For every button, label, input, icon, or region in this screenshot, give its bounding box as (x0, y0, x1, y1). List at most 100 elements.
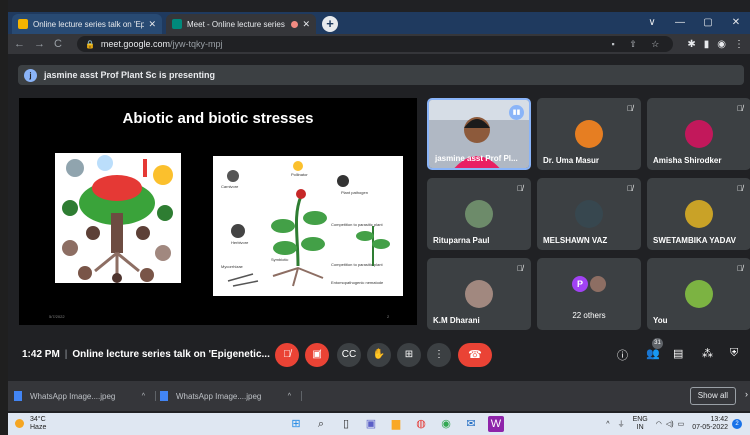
reload-icon[interactable]: C (54, 38, 62, 50)
left-edge-strip (0, 0, 8, 435)
avatar (685, 200, 713, 228)
new-tab-button[interactable]: + (322, 16, 338, 32)
file-icon (14, 391, 22, 401)
word-icon[interactable]: W (488, 416, 504, 432)
search-icon[interactable]: ⌕ (313, 416, 329, 432)
download-item[interactable]: WhatsApp Image....jpeg ^ (156, 391, 302, 401)
participant-tile-dharani[interactable]: 🎙̸ K.M Dharani (427, 258, 531, 330)
back-arrow-icon[interactable]: ← (14, 38, 25, 50)
clock-time: 13:42 (710, 416, 728, 423)
participant-name: Dr. Uma Masur (543, 156, 600, 165)
chevron-up-icon[interactable]: ^ (142, 393, 145, 400)
participant-tile-rituparna[interactable]: 🎙̸ Rituparna Paul (427, 178, 531, 250)
chat-icon[interactable]: ▤ (673, 347, 683, 360)
avatar (685, 280, 713, 308)
browser-menu-icon[interactable]: ⋮ (734, 39, 744, 50)
lang-code: ENG (632, 416, 648, 423)
close-icon[interactable]: ✕ (302, 19, 310, 30)
wifi-icon[interactable]: ◠ (656, 420, 662, 428)
windows-start-icon[interactable]: ⊞ (288, 416, 304, 432)
address-bar-actions[interactable]: ▪ ⇧ ☆ (612, 39, 666, 50)
clock-date: 07-05-2022 (692, 424, 728, 431)
participant-tile-others[interactable]: P 22 others (537, 258, 641, 330)
download-filename: WhatsApp Image....jpeg (176, 391, 262, 401)
fig-label: Entomopathogenic nematode (331, 280, 384, 285)
tab-lecture-series[interactable]: Online lecture series talk on 'Epi... ✕ (12, 14, 162, 34)
url-host: meet.google.com (100, 39, 170, 49)
participant-name: K.M Dharani (433, 316, 480, 325)
participant-name: Amisha Shirodker (653, 156, 722, 165)
participant-tile-melshawn[interactable]: 🎙̸ MELSHAWN VAZ (537, 178, 641, 250)
shared-screen-slide: Abiotic and biotic stresses Carnivore Po… (19, 98, 417, 325)
presenter-avatar: j (24, 68, 37, 82)
tab-title: Meet - Online lecture series (187, 19, 285, 29)
speaking-indicator-icon: ▮▮ (509, 105, 524, 120)
windows-taskbar: 34°C Haze ⊞ ⌕ ▯ ▣ ▆ ◍ ◉ ✉ W ^ ⏚ ENG IN ◠… (8, 413, 750, 435)
recording-dot-icon (291, 20, 299, 28)
sidebar-icon[interactable]: ▮ (704, 39, 710, 50)
chrome-icon[interactable]: ◉ (438, 416, 454, 432)
raise-hand-button[interactable]: ✋ (367, 343, 391, 367)
mail-icon[interactable]: ✉ (463, 416, 479, 432)
participant-tile-jasmine[interactable]: ▮▮ jasmine asst Prof Pl... (427, 98, 531, 170)
tab-title: Online lecture series talk on 'Epi... (33, 19, 145, 29)
system-tray: ^ ⏚ ENG IN ◠ ◁) ▭ 13:42 07-05-2022 2 (606, 416, 742, 432)
close-icon[interactable]: ✕ (148, 19, 156, 30)
edge-icon[interactable]: ◍ (413, 416, 429, 432)
presenting-text: jasmine asst Prof Plant Sc is presenting (44, 70, 216, 80)
mic-off-icon: 🎙̸ (517, 264, 523, 273)
url-input[interactable]: 🔒 meet.google.com /jyw-tqky-mpj ▪ ⇧ ☆ (76, 36, 674, 52)
tab-search-button[interactable]: ∨ (638, 12, 666, 34)
maximize-button[interactable]: ▢ (694, 12, 722, 34)
close-window-button[interactable]: ✕ (722, 12, 750, 34)
meeting-details-icon[interactable]: ⓘ (617, 347, 628, 363)
weather-sun-icon (15, 419, 24, 428)
avatar (465, 200, 493, 228)
activities-icon[interactable]: ⁂ (702, 347, 713, 360)
browser-tab-bar: Online lecture series talk on 'Epi... ✕ … (8, 12, 750, 34)
url-path: /jyw-tqky-mpj (169, 39, 223, 49)
language-indicator[interactable]: ENG IN (633, 416, 648, 432)
mic-off-button[interactable]: 🎙̸ (275, 343, 299, 367)
tab-meet[interactable]: Meet - Online lecture series ✕ (166, 14, 316, 34)
avatar (590, 276, 606, 292)
file-explorer-icon[interactable]: ▆ (388, 416, 404, 432)
participant-tile-uma[interactable]: 🎙̸ Dr. Uma Masur (537, 98, 641, 170)
captions-button[interactable]: CC (337, 343, 361, 367)
more-options-button[interactable]: ⋮ (427, 343, 451, 367)
chevron-up-icon[interactable]: ^ (606, 421, 609, 428)
participant-tile-you[interactable]: 🎙̸ You (647, 258, 750, 330)
camera-off-button[interactable]: ▣̸ (305, 343, 329, 367)
meeting-info: 1:42 PM | Online lecture series talk on 'E… (22, 349, 270, 360)
fig-label: Plant pathogen (341, 190, 368, 195)
downloads-bar: WhatsApp Image....jpeg ^ WhatsApp Image.… (8, 381, 750, 411)
download-item[interactable]: WhatsApp Image....jpeg ^ (10, 391, 156, 401)
clock[interactable]: 13:42 07-05-2022 (692, 416, 728, 432)
temperature: 34°C (30, 416, 46, 423)
chevron-up-icon[interactable]: ^ (288, 393, 291, 400)
slide-title: Abiotic and biotic stresses (122, 110, 314, 127)
participant-tile-swetambika[interactable]: 🎙̸ SWETAMBIKA YADAV (647, 178, 750, 250)
notification-badge[interactable]: 2 (732, 419, 742, 429)
slide-page-number: 2 (387, 314, 390, 319)
avatar (575, 120, 603, 148)
battery-icon[interactable]: ▭ (678, 420, 685, 428)
weather-widget[interactable]: 34°C Haze (15, 416, 46, 432)
fig-label: Pollinator (291, 172, 308, 177)
forward-arrow-icon[interactable]: → (34, 38, 45, 50)
leave-call-button[interactable]: ☎ (458, 343, 492, 367)
window-controls: ∨ — ▢ ✕ (638, 12, 750, 34)
task-view-icon[interactable]: ▯ (338, 416, 354, 432)
teams-chat-icon[interactable]: ▣ (363, 416, 379, 432)
present-screen-button[interactable]: ⊞ (397, 343, 421, 367)
fig-label: Competition to parasitic plant (331, 262, 383, 267)
show-all-button[interactable]: Show all (689, 387, 736, 405)
participant-tile-amisha[interactable]: 🎙̸ Amisha Shirodker (647, 98, 750, 170)
profile-avatar[interactable]: ◉ (717, 39, 726, 50)
host-controls-icon[interactable]: ⛨ (730, 347, 738, 360)
close-icon[interactable]: › (745, 389, 748, 399)
volume-icon[interactable]: ◁) (666, 420, 674, 428)
usb-icon[interactable]: ⏚ (618, 419, 625, 429)
extensions-icon[interactable]: ✱ (687, 39, 695, 50)
minimize-button[interactable]: — (666, 12, 694, 34)
